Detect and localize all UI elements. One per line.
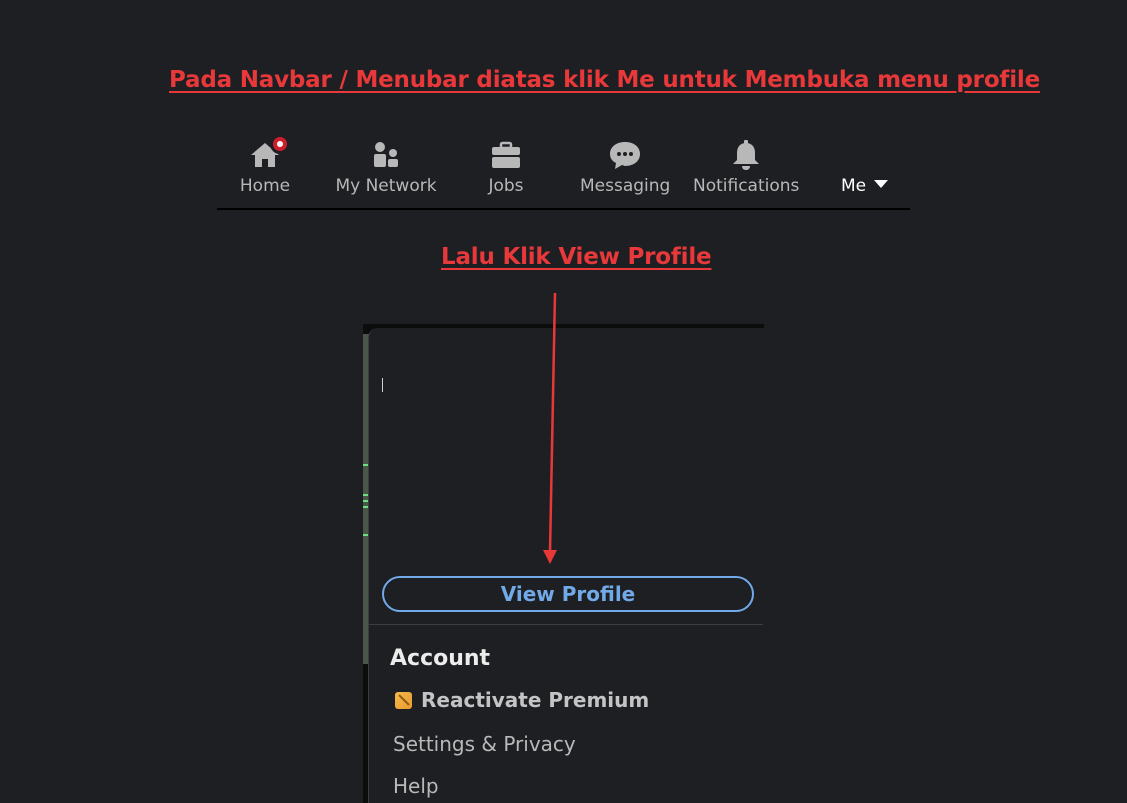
premium-icon xyxy=(395,692,412,709)
nav-jobs-label: Jobs xyxy=(488,176,524,196)
nav-notifications[interactable]: Notifications xyxy=(693,128,799,208)
divider xyxy=(369,624,763,625)
network-icon xyxy=(374,142,398,167)
instruction-step-1: Pada Navbar / Menubar diatas klik Me unt… xyxy=(169,67,1041,93)
nav-messaging[interactable]: Messaging xyxy=(580,128,670,208)
me-dropdown-menu: View Profile Account Reactivate Premium … xyxy=(368,328,764,803)
briefcase-icon xyxy=(492,141,520,168)
account-heading: Account xyxy=(390,646,491,671)
dropdown-screenshot: View Profile Account Reactivate Premium … xyxy=(363,324,764,803)
nav-notifications-label: Notifications xyxy=(693,176,800,196)
nav-home-label: Home xyxy=(239,176,291,196)
nav-me-label: Me xyxy=(835,176,888,196)
top-navbar: Home My Network Jobs Messaging Notificat… xyxy=(217,128,910,210)
bell-icon xyxy=(733,140,759,170)
nav-messaging-label: Messaging xyxy=(580,176,671,196)
nav-me-text: Me xyxy=(841,176,867,196)
caret-down-icon xyxy=(873,180,888,188)
settings-privacy-link[interactable]: Settings & Privacy xyxy=(393,732,576,756)
nav-me[interactable]: Me xyxy=(835,128,888,208)
tutorial-screenshot: Pada Navbar / Menubar diatas klik Me unt… xyxy=(0,0,1127,803)
nav-home[interactable]: Home xyxy=(222,128,308,208)
text-cursor xyxy=(382,378,383,392)
messaging-icon xyxy=(610,142,640,169)
nav-jobs[interactable]: Jobs xyxy=(467,128,545,208)
nav-my-network[interactable]: My Network xyxy=(333,128,439,208)
help-link[interactable]: Help xyxy=(393,774,439,798)
instruction-step-2: Lalu Klik View Profile xyxy=(441,244,712,270)
view-profile-button[interactable]: View Profile xyxy=(382,576,754,612)
notification-badge xyxy=(270,134,290,154)
reactivate-premium-link[interactable]: Reactivate Premium xyxy=(395,688,649,712)
reactivate-premium-label: Reactivate Premium xyxy=(421,688,650,712)
nav-my-network-label: My Network xyxy=(335,176,437,196)
